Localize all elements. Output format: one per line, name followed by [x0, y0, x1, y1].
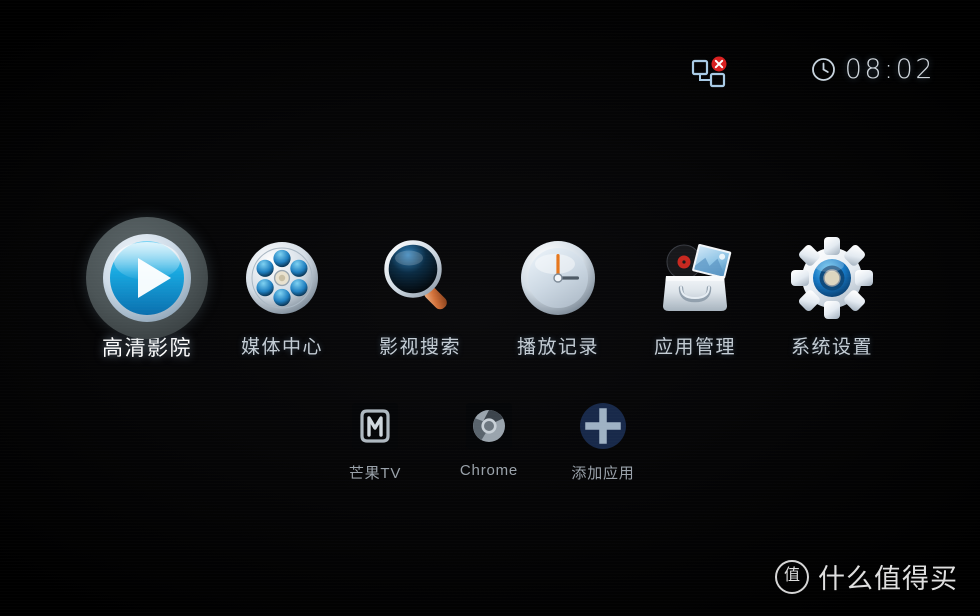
plus-circle-icon: [579, 402, 627, 450]
clock-display: 08:02: [811, 56, 935, 83]
app-icon-wrap: [315, 400, 435, 452]
menu-item-hd-cinema[interactable]: 高清影院: [72, 217, 222, 368]
play-button-icon: [101, 232, 193, 324]
menu-item-app-management[interactable]: 应用管理: [620, 228, 770, 368]
clock-icon: [811, 57, 836, 82]
gear-icon: [791, 237, 873, 319]
menu-item-media-center[interactable]: 媒体中心: [207, 228, 357, 368]
menu-item-label: 应用管理: [653, 337, 736, 358]
chrome-icon: [466, 403, 512, 449]
film-reel-icon: [244, 240, 320, 316]
app-icon-wrap: [543, 400, 663, 452]
home-screen: 08:02 高清影院 媒体中心 影视搜索 播放记录 应用管理 系统设置 芒果TV…: [0, 0, 980, 616]
menu-item-system-settings[interactable]: 系统设置: [757, 228, 907, 368]
watermark: 值 什么值得买: [775, 557, 958, 596]
menu-item-label: 影视搜索: [378, 337, 461, 358]
watermark-badge: 值: [775, 559, 809, 594]
app-shortcut-label: Chrome: [459, 462, 519, 479]
mango-tv-icon: [352, 403, 398, 449]
app-shortcut-mango-tv[interactable]: 芒果TV: [315, 400, 435, 483]
menu-icon-wrap: [620, 228, 770, 328]
network-disconnected-icon[interactable]: [690, 55, 730, 93]
menu-item-play-history[interactable]: 播放记录: [483, 228, 633, 368]
menu-item-label: 系统设置: [790, 337, 873, 358]
app-icon-wrap: [429, 400, 549, 452]
menu-icon-wrap: [72, 217, 222, 339]
menu-icon-wrap: [757, 228, 907, 328]
menu-icon-wrap: [483, 228, 633, 328]
app-basket-icon: [652, 238, 738, 318]
menu-icon-wrap: [345, 228, 495, 328]
menu-item-label: 媒体中心: [240, 337, 323, 358]
app-shortcut-add-app[interactable]: 添加应用: [543, 400, 663, 483]
watermark-text: 什么值得买: [818, 564, 958, 594]
menu-icon-wrap: [207, 228, 357, 328]
app-shortcuts-row: 芒果TV Chrome 添加应用: [0, 400, 980, 490]
status-bar: 08:02: [0, 0, 980, 120]
analog-clock-icon: [519, 239, 597, 317]
app-shortcut-label: 添加应用: [571, 465, 635, 482]
app-shortcut-chrome[interactable]: Chrome: [429, 400, 549, 479]
app-shortcut-label: 芒果TV: [348, 465, 402, 482]
menu-item-movie-search[interactable]: 影视搜索: [345, 228, 495, 368]
main-menu-row: 高清影院 媒体中心 影视搜索 播放记录 应用管理 系统设置: [0, 217, 980, 368]
magnifier-icon: [380, 238, 460, 318]
menu-item-label: 播放记录: [516, 337, 599, 358]
clock-time-text: 08:02: [844, 54, 935, 85]
